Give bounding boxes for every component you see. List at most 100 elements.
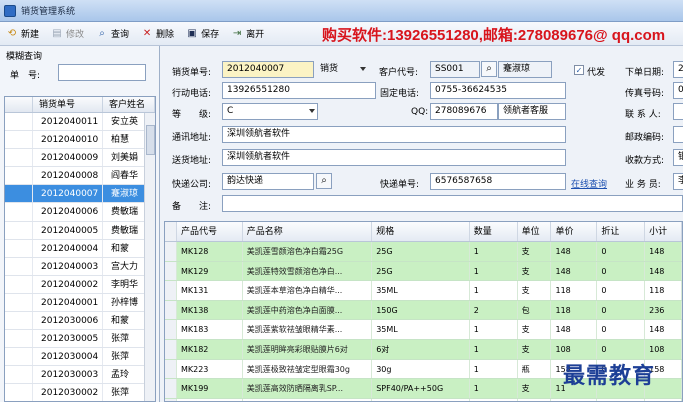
spec-cell[interactable]: SPF40/PA++50G [372,379,470,398]
discount-cell[interactable]: 0 [597,281,646,300]
spec-cell[interactable]: 35ML [372,281,470,300]
list-item[interactable]: 2012040002 李明华 [5,275,155,294]
order-number-cell[interactable]: 2012040002 [33,275,103,293]
product-code-cell[interactable]: MK129 [177,261,243,281]
price-cell[interactable]: 148 [551,320,598,339]
list-item[interactable]: 2012030006 和蒙 [5,312,155,331]
order-number-cell[interactable]: 2012040008 [33,167,103,185]
edit-button[interactable]: ▤ 修改 [51,27,84,41]
unit-cell[interactable]: 瓶 [518,359,552,379]
delete-button[interactable]: ✕ 删除 [141,27,174,41]
list-item[interactable]: 2012040004 和蒙 [5,239,155,258]
remark-field[interactable] [222,195,683,212]
discount-cell[interactable]: 0 [597,339,646,359]
customer-name-field[interactable]: 蹇淑琼 [498,61,552,78]
quantity-cell[interactable]: 1 [470,261,518,281]
online-query-link[interactable]: 在线查询 [571,177,607,190]
list-item[interactable]: 2012040001 孙梓博 [5,293,155,313]
table-row[interactable]: MK128 美凯莲雪颜溶色净白霜25G 25G 1 支 148 0 148 [165,242,682,262]
spec-cell[interactable]: 6对 [372,339,470,359]
list-item[interactable]: 2012030005 张萍 [5,330,155,349]
sale-no-field[interactable]: 2012040007 [222,61,314,78]
spec-cell[interactable]: 150G [372,300,470,320]
product-name-cell[interactable]: 美凯莲紫软祛皱眼精华素... [243,320,373,339]
phone-field[interactable]: 0755-36624535 [430,82,566,99]
table-row[interactable]: MK138 美凯莲中药溶色净白面膜... 150G 2 包 118 0 236 [165,300,682,321]
address-field[interactable]: 深圳领航者软件 [222,126,566,143]
order-number-cell[interactable]: 2012040004 [33,239,103,257]
unit-cell[interactable]: 支 [518,379,552,398]
list-item[interactable]: 2012040005 费敏瑞 [5,221,155,240]
order-number-cell[interactable]: 2012030003 [33,366,103,384]
list-item[interactable]: 2012040011 安立英 [5,113,155,132]
product-code-cell[interactable]: MK199 [177,379,243,398]
save-button[interactable]: ▣ 保存 [186,27,219,41]
payment-field[interactable]: 银 [673,149,683,166]
spec-cell[interactable]: 30g [372,359,470,379]
subtotal-cell[interactable]: 118 [645,281,682,300]
table-row[interactable]: MK183 美凯莲紫软祛皱眼精华素... 35ML 1 支 148 0 148 [165,320,682,340]
quantity-cell[interactable]: 1 [470,379,518,398]
discount-cell[interactable]: 0 [597,242,646,261]
column-header[interactable]: 小计 [645,222,682,241]
list-item[interactable]: 2012040010 柏慧 [5,131,155,150]
list-item[interactable]: 2012030004 张萍 [5,348,155,367]
product-code-cell[interactable]: MK223 [177,359,243,379]
product-name-cell[interactable]: 美凯莲明眸亮彩眼贴膜片6对 [243,339,373,359]
exit-button[interactable]: ⇥ 离开 [231,27,264,41]
mobile-field[interactable]: 13926551280 [222,82,376,99]
proxy-checkbox[interactable]: ✓ [574,65,584,75]
list-item[interactable]: 2012040007 蹇淑琼 [5,185,155,204]
product-name-cell[interactable]: 美凯莲高效防晒隔离乳SP... [243,379,373,398]
column-header[interactable]: 销货单号 [33,97,103,112]
product-name-cell[interactable]: 美凯莲特效雪颜溶色净白... [243,261,373,281]
price-cell[interactable]: 108 [551,339,598,359]
delivery-field[interactable]: 深圳领航者软件 [222,149,566,166]
list-item[interactable]: 2012040009 刘美娟 [5,149,155,168]
subtotal-cell[interactable]: 108 [645,339,682,359]
new-button[interactable]: ⟲ 新建 [6,27,39,41]
unit-cell[interactable]: 支 [518,281,552,300]
search-icon[interactable]: ⌕ [481,61,497,77]
column-header[interactable]: 产品名称 [243,222,373,241]
order-number-cell[interactable]: 2012040009 [33,149,103,167]
product-code-cell[interactable]: MK138 [177,300,243,320]
order-number-cell[interactable]: 2012040011 [33,113,103,131]
quantity-cell[interactable]: 1 [470,320,518,339]
unit-cell[interactable]: 支 [518,261,552,281]
column-header[interactable]: 客户姓名 [103,97,155,112]
order-list-scrollbar[interactable] [144,113,155,401]
unit-cell[interactable]: 支 [518,242,552,261]
discount-cell[interactable]: 0 [597,300,646,320]
product-code-cell[interactable]: MK131 [177,281,243,300]
order-number-cell[interactable]: 2012030006 [33,312,103,330]
list-item[interactable]: 2012040003 宫大力 [5,257,155,276]
column-header[interactable]: 规格 [372,222,470,241]
discount-cell[interactable]: 0 [597,320,646,339]
order-number-cell[interactable]: 2012040003 [33,257,103,275]
qq-field[interactable]: 278089676 [430,103,498,120]
price-cell[interactable]: 148 [551,242,598,261]
order-number-cell[interactable]: 2012030004 [33,348,103,366]
list-item[interactable]: 2012030003 孟玲 [5,366,155,385]
sale-type-select[interactable]: 销货 [315,61,369,78]
price-cell[interactable]: 118 [551,281,598,300]
order-number-cell[interactable]: 2012040010 [33,131,103,149]
contact-field[interactable] [673,103,683,120]
quantity-cell[interactable]: 1 [470,242,518,261]
postcode-field[interactable] [673,126,683,143]
spec-cell[interactable]: 35ML [372,320,470,339]
subtotal-cell[interactable]: 236 [645,300,682,320]
product-code-cell[interactable]: MK128 [177,242,243,261]
product-name-cell[interactable]: 美凯莲雪颜溶色净白霜25G [243,242,373,261]
order-number-search-input[interactable] [58,64,146,81]
table-row[interactable]: MK182 美凯莲明眸亮彩眼贴膜片6对 6对 1 支 108 0 108 [165,339,682,360]
price-cell[interactable]: 118 [551,300,598,320]
express-field[interactable]: 韵达快递 [222,173,314,190]
product-code-cell[interactable]: MK182 [177,339,243,359]
quantity-cell[interactable]: 1 [470,281,518,300]
tracking-field[interactable]: 6576587658 [430,173,566,190]
subtotal-cell[interactable]: 148 [645,320,682,339]
quantity-cell[interactable]: 1 [470,359,518,379]
order-number-cell[interactable]: 2012040007 [33,185,103,203]
